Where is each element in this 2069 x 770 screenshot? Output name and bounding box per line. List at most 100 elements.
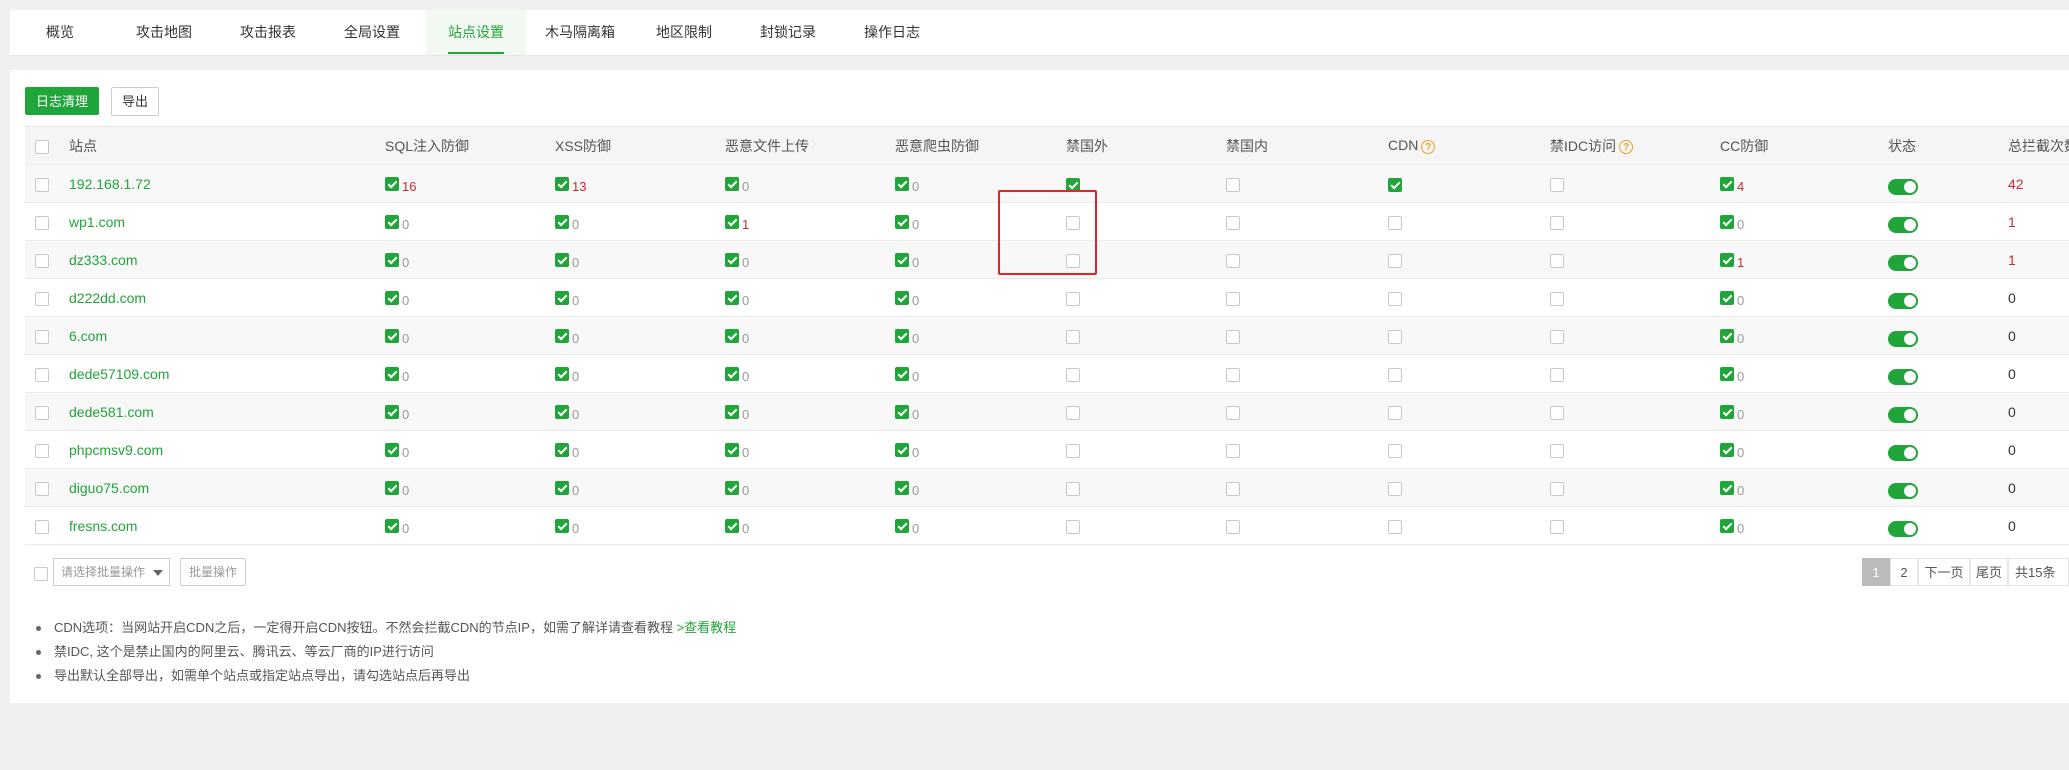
sql-checkbox[interactable] [385,329,399,344]
row-checkbox[interactable] [35,443,49,458]
page-2-button[interactable]: 2 [1890,558,1918,586]
site-name-link[interactable]: phpcmsv9.com [69,442,163,458]
batch-operation-button[interactable]: 批量操作 [180,558,247,586]
tab-4[interactable]: 站点设置 [426,10,526,55]
ban-idc-checkbox[interactable] [1550,253,1564,268]
status-toggle[interactable] [1888,179,1918,196]
ban-foreign-checkbox[interactable] [1066,481,1080,496]
site-name-link[interactable]: d222dd.com [69,290,146,306]
cc-checkbox[interactable] [1720,215,1734,230]
last-page-button[interactable]: 尾页 [1970,558,2008,586]
ban-domestic-checkbox[interactable] [1226,443,1240,458]
tab-6[interactable]: 地区限制 [634,10,734,55]
sql-checkbox[interactable] [385,253,399,268]
tutorial-link[interactable]: >查看教程 [677,620,737,635]
sql-checkbox[interactable] [385,443,399,458]
cdn-checkbox[interactable] [1388,367,1402,382]
site-name-link[interactable]: dede57109.com [69,366,169,382]
upload-checkbox[interactable] [725,253,739,268]
ban-domestic-checkbox[interactable] [1226,329,1240,344]
sql-checkbox[interactable] [385,519,399,534]
status-toggle[interactable] [1888,483,1918,500]
upload-checkbox[interactable] [725,519,739,534]
ban-idc-checkbox[interactable] [1550,177,1564,192]
xss-checkbox[interactable] [555,519,569,534]
status-toggle[interactable] [1888,255,1918,272]
site-name-link[interactable]: fresns.com [69,518,137,534]
crawler-checkbox[interactable] [895,329,909,344]
ban-domestic-checkbox[interactable] [1226,367,1240,382]
export-button[interactable]: 导出 [111,87,160,116]
batch-operation-select[interactable]: 请选择批量操作 [53,558,170,586]
batch-select-checkbox[interactable] [34,567,48,581]
upload-checkbox[interactable] [725,215,739,230]
select-all-checkbox[interactable] [35,139,49,154]
crawler-checkbox[interactable] [895,481,909,496]
ban-idc-checkbox[interactable] [1550,291,1564,306]
site-name-link[interactable]: 6.com [69,328,107,344]
tab-1[interactable]: 攻击地图 [114,10,214,55]
ban-domestic-checkbox[interactable] [1226,253,1240,268]
crawler-checkbox[interactable] [895,443,909,458]
xss-checkbox[interactable] [555,177,569,192]
cdn-checkbox[interactable] [1388,253,1402,268]
ban-foreign-checkbox[interactable] [1066,329,1080,344]
row-checkbox[interactable] [35,253,49,268]
row-checkbox[interactable] [35,329,49,344]
tab-0[interactable]: 概览 [10,10,110,55]
cdn-checkbox[interactable] [1388,481,1402,496]
crawler-checkbox[interactable] [895,215,909,230]
row-checkbox[interactable] [35,481,49,496]
cc-checkbox[interactable] [1720,443,1734,458]
row-checkbox[interactable] [35,367,49,382]
ban-foreign-checkbox[interactable] [1066,291,1080,306]
ban-idc-checkbox[interactable] [1550,405,1564,420]
site-name-link[interactable]: dede581.com [69,404,154,420]
cdn-checkbox[interactable] [1388,329,1402,344]
cc-checkbox[interactable] [1720,329,1734,344]
page-1-button[interactable]: 1 [1862,558,1890,586]
tab-2[interactable]: 攻击报表 [218,10,318,55]
crawler-checkbox[interactable] [895,291,909,306]
site-name-link[interactable]: dz333.com [69,252,137,268]
row-checkbox[interactable] [35,177,49,192]
row-checkbox[interactable] [35,519,49,534]
clear-logs-button[interactable]: 日志清理 [25,87,100,115]
row-checkbox[interactable] [35,215,49,230]
help-icon[interactable]: ? [1619,139,1634,154]
site-name-link[interactable]: 192.168.1.72 [69,176,151,192]
site-name-link[interactable]: diguo75.com [69,480,149,496]
sql-checkbox[interactable] [385,367,399,382]
ban-idc-checkbox[interactable] [1550,215,1564,230]
tab-3[interactable]: 全局设置 [322,10,422,55]
status-toggle[interactable] [1888,369,1918,386]
cc-checkbox[interactable] [1720,519,1734,534]
cdn-checkbox[interactable] [1388,215,1402,230]
sql-checkbox[interactable] [385,481,399,496]
ban-foreign-checkbox[interactable] [1066,405,1080,420]
xss-checkbox[interactable] [555,215,569,230]
upload-checkbox[interactable] [725,481,739,496]
cc-checkbox[interactable] [1720,177,1734,192]
upload-checkbox[interactable] [725,367,739,382]
upload-checkbox[interactable] [725,405,739,420]
crawler-checkbox[interactable] [895,519,909,534]
crawler-checkbox[interactable] [895,253,909,268]
status-toggle[interactable] [1888,407,1918,424]
status-toggle[interactable] [1888,217,1918,234]
xss-checkbox[interactable] [555,291,569,306]
upload-checkbox[interactable] [725,443,739,458]
xss-checkbox[interactable] [555,443,569,458]
status-toggle[interactable] [1888,293,1918,310]
help-icon[interactable]: ? [1421,139,1436,154]
row-checkbox[interactable] [35,291,49,306]
crawler-checkbox[interactable] [895,405,909,420]
status-toggle[interactable] [1888,445,1918,462]
ban-idc-checkbox[interactable] [1550,481,1564,496]
row-checkbox[interactable] [35,405,49,420]
tab-5[interactable]: 木马隔离箱 [530,10,630,55]
sql-checkbox[interactable] [385,215,399,230]
crawler-checkbox[interactable] [895,177,909,192]
sql-checkbox[interactable] [385,291,399,306]
ban-domestic-checkbox[interactable] [1226,481,1240,496]
